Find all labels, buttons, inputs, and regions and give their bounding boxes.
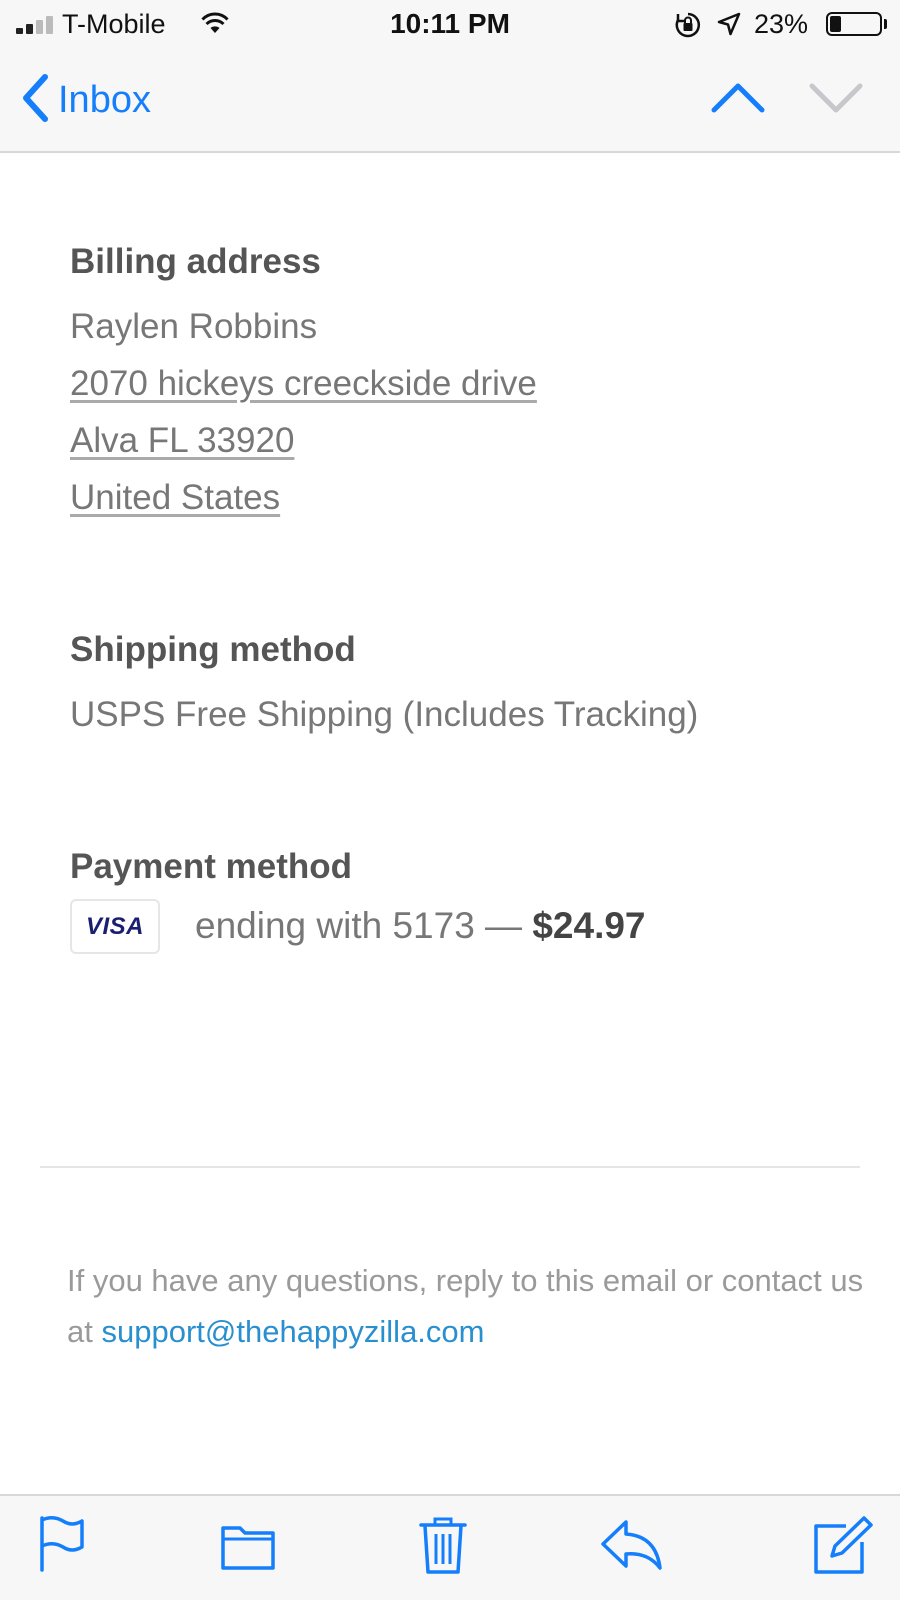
battery-icon: [826, 12, 882, 36]
location-icon: [716, 11, 742, 42]
billing-city[interactable]: Alva FL 33920: [70, 412, 850, 469]
divider: [40, 1166, 860, 1168]
battery-tip: [884, 19, 887, 29]
shipping-method: USPS Free Shipping (Includes Tracking): [70, 695, 699, 734]
shipping-title: Shipping method: [70, 630, 356, 669]
footer-text: If you have any questions, reply to this…: [67, 1255, 867, 1357]
support-email-link[interactable]: support@thehappyzilla.com: [101, 1314, 484, 1349]
previous-message-button[interactable]: [710, 78, 766, 123]
trash-button[interactable]: [418, 1514, 468, 1581]
folder-icon: [220, 1526, 276, 1578]
trash-icon: [418, 1517, 468, 1580]
visa-card-icon: VISA: [70, 899, 160, 954]
payment-amount: $24.97: [532, 905, 646, 946]
back-button[interactable]: Inbox: [20, 72, 151, 128]
billing-name: Raylen Robbins: [70, 307, 318, 346]
back-label: Inbox: [58, 78, 151, 121]
shipping-section: Shipping method USPS Free Shipping (Incl…: [70, 628, 850, 743]
battery-percent: 23%: [754, 9, 809, 39]
payment-title: Payment method: [70, 847, 352, 886]
flag-button[interactable]: [38, 1514, 86, 1579]
status-bar: T-Mobile 10:11 PM 23%: [0, 0, 900, 50]
chevron-up-icon: [710, 83, 766, 122]
billing-country[interactable]: United States: [70, 469, 850, 526]
bottom-toolbar: [0, 1494, 900, 1600]
chevron-down-icon: [808, 83, 864, 122]
card-ending-text: ending with 5173 —: [195, 905, 523, 946]
chevron-left-icon: [20, 73, 50, 128]
battery-level: [830, 16, 841, 32]
reply-icon: [600, 1520, 664, 1578]
reply-button[interactable]: [600, 1514, 664, 1579]
next-message-button[interactable]: [808, 78, 864, 123]
compose-icon: [812, 1516, 874, 1580]
orientation-lock-icon: [674, 11, 702, 44]
billing-street[interactable]: 2070 hickeys creeckside drive: [70, 355, 850, 412]
billing-title: Billing address: [70, 242, 321, 281]
payment-details: ending with 5173 — $24.97: [195, 905, 646, 947]
nav-bar: Inbox: [0, 50, 900, 153]
move-to-folder-button[interactable]: [220, 1514, 276, 1579]
flag-icon: [38, 1516, 86, 1578]
billing-section: Billing address Raylen Robbins 2070 hick…: [70, 240, 850, 526]
payment-section: Payment method VISA ending with 5173 — $…: [70, 845, 850, 975]
compose-button[interactable]: [812, 1514, 874, 1581]
